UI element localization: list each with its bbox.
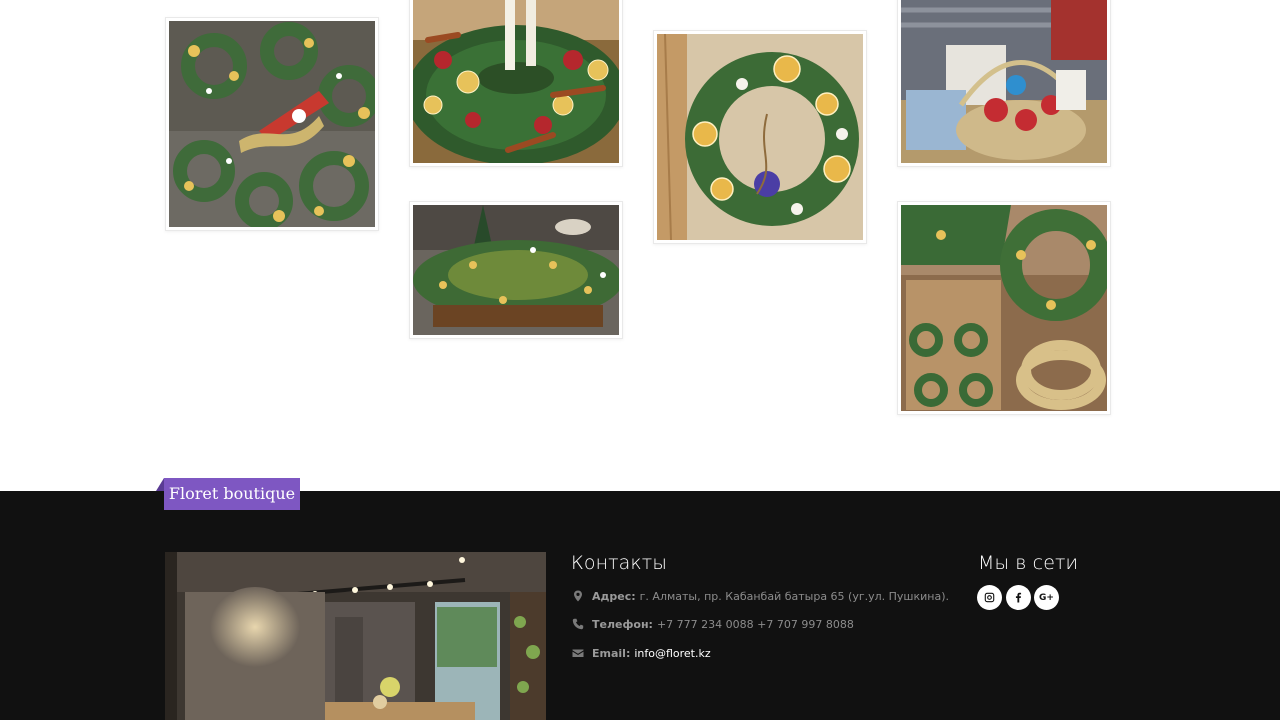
- instagram-icon: [984, 592, 995, 603]
- contacts-title: Контакты: [571, 552, 667, 574]
- contact-email: Email: info@floret.kz: [572, 645, 711, 661]
- instagram-button[interactable]: [977, 585, 1002, 610]
- gallery-image-wreaths-stand[interactable]: [897, 201, 1111, 415]
- shop-interior-photo: [165, 552, 546, 720]
- gallery-image-wreaths-on-table[interactable]: [409, 201, 623, 339]
- social-title: Мы в сети: [978, 552, 1079, 574]
- phone-value: +7 777 234 0088 +7 707 997 8088: [656, 617, 854, 631]
- gallery-image-wreath-candles[interactable]: [409, 0, 623, 167]
- google-plus-icon: G+: [1039, 592, 1054, 603]
- footer-brand: Floret boutique: [164, 478, 300, 510]
- email-link[interactable]: info@floret.kz: [634, 647, 710, 660]
- address-label: Адрес:: [592, 589, 636, 603]
- facebook-button[interactable]: [1006, 585, 1031, 610]
- contact-phone: Телефон: +7 777 234 0088 +7 707 997 8088: [572, 616, 854, 632]
- gallery-image-wreaths-table[interactable]: [165, 17, 379, 231]
- contact-address: Адрес: г. Алматы, пр. Кабанбай батыра 65…: [572, 588, 949, 604]
- google-plus-button[interactable]: G+: [1034, 585, 1059, 610]
- facebook-icon: [1015, 592, 1022, 603]
- gallery-image-gift-basket[interactable]: [897, 0, 1111, 167]
- phone-icon: [572, 618, 584, 630]
- brand-tab-fold: [156, 478, 164, 491]
- gallery-image-wreath-logo[interactable]: [653, 30, 867, 244]
- envelope-icon: [572, 647, 584, 659]
- map-marker-icon: [572, 590, 584, 602]
- email-label: Email:: [592, 646, 631, 660]
- address-value: г. Алматы, пр. Кабанбай батыра 65 (уг.ул…: [639, 589, 950, 603]
- phone-label: Телефон:: [592, 617, 653, 631]
